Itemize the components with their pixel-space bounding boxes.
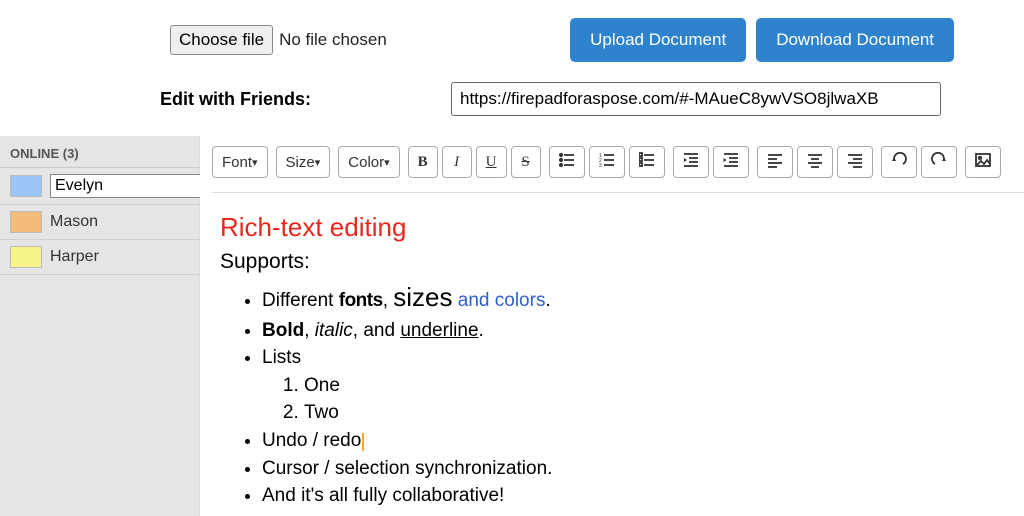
image-icon (975, 152, 991, 172)
fonts-word: fonts (339, 290, 383, 311)
user-row: Harper (0, 240, 199, 275)
strikethrough-button[interactable]: S (511, 146, 541, 178)
list-item: Undo / redo (262, 427, 1024, 455)
sizes-word: sizes (393, 282, 452, 312)
user-color-swatch (10, 211, 42, 233)
choose-file-button[interactable]: Choose file (170, 25, 273, 55)
editor-area: Font Size Color B I U S 123 (200, 136, 1024, 516)
bold-word: Bold (262, 320, 304, 341)
document-title: Rich-text editing (220, 209, 1024, 247)
document-actions: Upload Document Download Document (560, 18, 954, 62)
list-group: 123 (549, 146, 665, 178)
list-item: Bold, italic, and underline. (262, 317, 1024, 345)
indent-button[interactable] (713, 146, 749, 178)
user-row: Mason (0, 205, 199, 240)
file-controls-row: Choose file No file chosen Upload Docume… (0, 0, 1024, 62)
italic-button[interactable]: I (442, 146, 472, 178)
share-url-input[interactable] (451, 82, 941, 116)
document-content[interactable]: Rich-text editing Supports: Different fo… (212, 193, 1024, 510)
insert-image-button[interactable] (965, 146, 1001, 178)
online-count: 3 (67, 146, 74, 161)
list-item: One (304, 372, 1024, 400)
indent-icon (723, 152, 739, 172)
size-dropdown[interactable]: Size (276, 146, 331, 178)
underline-button[interactable]: U (476, 146, 507, 178)
user-color-swatch (10, 246, 42, 268)
remote-cursor (362, 433, 364, 451)
undo-icon (891, 152, 907, 172)
list-item: And it's all fully collaborative! (262, 482, 1024, 510)
list-item: Lists One Two (262, 344, 1024, 427)
editor-toolbar: Font Size Color B I U S 123 (212, 136, 1024, 193)
file-chooser: Choose file No file chosen (170, 25, 387, 55)
list-item: Two (304, 399, 1024, 427)
bold-button[interactable]: B (408, 146, 438, 178)
unordered-list-button[interactable] (549, 146, 585, 178)
colors-word: and colors (458, 290, 546, 311)
color-dropdown[interactable]: Color (338, 146, 399, 178)
nested-ordered-list: One Two (304, 372, 1024, 427)
user-name: Mason (50, 213, 98, 231)
outdent-icon (683, 152, 699, 172)
download-document-button[interactable]: Download Document (756, 18, 954, 62)
main-area: ONLINE (3) Mason Harper Font Size Color … (0, 136, 1024, 516)
file-status-text: No file chosen (279, 30, 387, 50)
text-style-group: B I U S (408, 146, 541, 178)
list-item: Different fonts, sizes and colors. (262, 279, 1024, 317)
ordered-list-button[interactable]: 123 (589, 146, 625, 178)
bullet-list-icon (559, 152, 575, 172)
feature-list: Different fonts, sizes and colors. Bold,… (262, 279, 1024, 510)
numbered-list-icon: 123 (599, 152, 615, 172)
list-item: Cursor / selection synchronization. (262, 455, 1024, 483)
align-center-icon (807, 152, 823, 172)
history-group (881, 146, 957, 178)
redo-button[interactable] (921, 146, 957, 178)
indent-group (673, 146, 749, 178)
supports-text: Supports: (220, 247, 1024, 277)
align-center-button[interactable] (797, 146, 833, 178)
align-left-button[interactable] (757, 146, 793, 178)
user-name: Harper (50, 248, 99, 266)
align-group (757, 146, 873, 178)
user-color-swatch (10, 175, 42, 197)
share-row: Edit with Friends: (0, 62, 1024, 116)
share-label: Edit with Friends: (160, 89, 311, 110)
user-row (0, 168, 199, 205)
upload-document-button[interactable]: Upload Document (570, 18, 746, 62)
svg-text:3: 3 (599, 163, 602, 168)
undo-button[interactable] (881, 146, 917, 178)
online-label: ONLINE (10, 146, 59, 161)
presence-sidebar: ONLINE (3) Mason Harper (0, 136, 200, 516)
checklist-icon (639, 152, 655, 172)
checklist-button[interactable] (629, 146, 665, 178)
italic-word: italic (315, 320, 353, 341)
outdent-button[interactable] (673, 146, 709, 178)
align-left-icon (767, 152, 783, 172)
align-right-icon (847, 152, 863, 172)
online-header: ONLINE (3) (0, 142, 199, 168)
underline-word: underline (400, 320, 478, 341)
redo-icon (931, 152, 947, 172)
font-dropdown[interactable]: Font (212, 146, 268, 178)
align-right-button[interactable] (837, 146, 873, 178)
